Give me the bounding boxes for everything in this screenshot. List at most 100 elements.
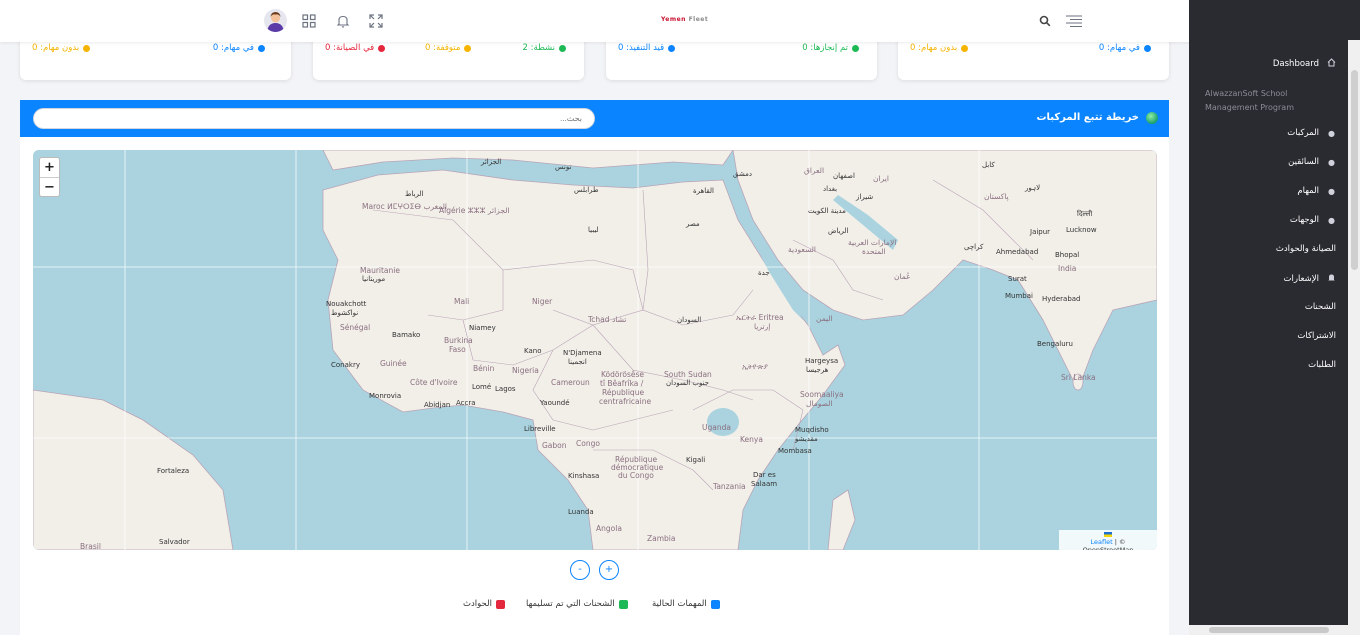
map-label: centrafricaine [599, 397, 652, 406]
search-icon[interactable] [1034, 10, 1056, 32]
map-label: إرتريا [754, 322, 771, 331]
panel-header: خريطة تتبع المركبات [20, 100, 1169, 137]
sidebar-scrollbar[interactable] [1351, 70, 1358, 270]
apps-grid-icon[interactable] [298, 10, 320, 32]
panel-title: خريطة تتبع المركبات [1036, 112, 1139, 123]
map-label: شیراز [856, 193, 874, 201]
sidebar-item-label: الوجهات [1289, 215, 1319, 225]
map-label: Lucknow [1066, 226, 1097, 234]
map-label: Algérie ⵣⵣⵣ الجزائر [439, 206, 510, 215]
status-dot [258, 44, 265, 52]
leaflet-link[interactable]: Leaflet [1091, 538, 1113, 546]
map-label: Ahmedabad [996, 248, 1039, 256]
zoom-in-button[interactable]: + [40, 158, 59, 177]
sidebar-item-maintenance[interactable]: الصيانة والحوادث [1276, 244, 1336, 254]
map-label: مصر [686, 220, 700, 228]
map-label: کراچی [964, 243, 984, 251]
zoom-out-button[interactable]: − [40, 177, 59, 196]
map-label: Sri Lanka [1061, 373, 1096, 382]
map-label: République [602, 388, 645, 397]
home-icon [1327, 58, 1336, 69]
map-label: N'Djamena [563, 349, 602, 357]
sidebar-item-tasks[interactable]: المهام ● [1297, 186, 1336, 196]
sidebar-item-label: المهام [1297, 186, 1319, 196]
sidebar-item-destinations[interactable]: الوجهات ● [1290, 215, 1336, 225]
map-label: Bénin [473, 364, 495, 373]
map-label: السودان [677, 316, 702, 324]
map-label: Monrovia [369, 392, 402, 400]
user-icon: ● [1328, 186, 1335, 196]
status-dot [378, 44, 386, 52]
legend-delivered: الشحنات التي تم تسليمها [526, 599, 628, 609]
map-label: Salaam [751, 480, 778, 488]
map-label: اليمن [816, 314, 833, 323]
map-label: دمشق [733, 170, 752, 178]
scrollbar-thumb[interactable] [1209, 627, 1329, 633]
map-label: Hyderabad [1042, 295, 1081, 303]
bell-icon[interactable] [332, 10, 354, 32]
status-dot [464, 44, 472, 52]
map-label: الصومال [806, 399, 833, 408]
map-label: الرياض [828, 227, 849, 235]
stat-label: في الصيانة: 0 [325, 43, 375, 53]
school-line-1: AlwazzanSoft School [1205, 89, 1288, 98]
top-navbar: Yemen Fleet [0, 0, 1341, 42]
map-label: Yaoundé [540, 399, 570, 407]
map-label: جنوب السودان [666, 379, 710, 387]
vehicle-tracking-panel: خريطة تتبع المركبات [20, 100, 1169, 635]
stat-label: بدون مهام: 0 [910, 43, 958, 53]
fullscreen-icon[interactable] [365, 10, 387, 32]
map-label: Bengaluru [1037, 340, 1073, 348]
map-label: طرابلس [574, 186, 599, 194]
legend-swatch [618, 599, 628, 609]
card-stat: قيد التنفيذ: 0 [618, 43, 676, 53]
map-label: الإمارات العربية [848, 238, 897, 247]
stat-label: متوقفة: 0 [425, 43, 461, 53]
stat-label: نشطة: 2 [522, 43, 555, 53]
map-label: Kano [524, 347, 542, 355]
sidebar-item-subscriptions[interactable]: الاشتراكات [1297, 331, 1336, 341]
user-icon: ● [1328, 128, 1335, 138]
sidebar-item-label: الاشتراكات [1297, 331, 1336, 341]
sidebar-item-label: المركبات [1287, 128, 1319, 138]
map-label: South Sudan [664, 370, 712, 379]
tracking-map[interactable]: + − مصر ليبيا Algérie ⵣⵣⵣ الجزائر Maroc … [33, 150, 1157, 550]
school-name: AlwazzanSoft School Management Program [1205, 87, 1315, 115]
sidebar-item-vehicles[interactable]: المركبات ● [1287, 128, 1336, 138]
map-label: Guinée [380, 359, 407, 368]
sidebar-item-drivers[interactable]: السائقين ● [1288, 157, 1336, 167]
map-label: Luanda [568, 508, 594, 516]
sidebar-horizontal-scrollbar[interactable] [1189, 625, 1360, 635]
sidebar-item-shipments[interactable]: الشحنات [1305, 302, 1336, 312]
legend-swatch [495, 599, 505, 609]
map-label: انجمينا [568, 358, 587, 366]
map-label: Mali [454, 297, 470, 306]
sidebar-item-notifications[interactable]: الإشعارات [1284, 273, 1337, 284]
card-stat: بدون مهام: 0 [910, 43, 969, 53]
map-label: Fortaleza [157, 467, 190, 475]
map-label: Libreville [524, 425, 556, 433]
legend-label: الشحنات التي تم تسليمها [526, 599, 615, 609]
map-label: تونس [555, 163, 572, 171]
map-label: Angola [596, 524, 622, 533]
user-icon: ● [1328, 157, 1335, 167]
sidebar-item-requests[interactable]: الطلبات [1308, 360, 1336, 370]
map-label: ليبيا [588, 226, 599, 234]
app-logo[interactable]: Yemen Fleet [661, 16, 708, 23]
map-next-button[interactable]: + [599, 560, 619, 580]
sidebar-item-label: الطلبات [1308, 360, 1336, 370]
map-label: Gabon [542, 441, 567, 450]
card-stat: في مهام: 0 [1099, 43, 1151, 53]
map-search-input[interactable] [33, 108, 595, 129]
sidebar-item-dashboard[interactable]: Dashboard [1273, 58, 1336, 69]
map-label: الرباط [405, 190, 424, 198]
map-label: ایران [873, 174, 889, 183]
map-attribution: Leaflet | © OpenStreetMap [1059, 530, 1157, 550]
map-label: الجزائر [481, 158, 502, 166]
user-avatar[interactable] [264, 9, 287, 32]
status-dot [559, 44, 566, 52]
menu-icon[interactable] [1063, 10, 1085, 32]
map-prev-button[interactable]: - [570, 560, 590, 580]
stat-label: في مهام: 0 [212, 43, 254, 53]
map-label: کابل [982, 161, 995, 169]
